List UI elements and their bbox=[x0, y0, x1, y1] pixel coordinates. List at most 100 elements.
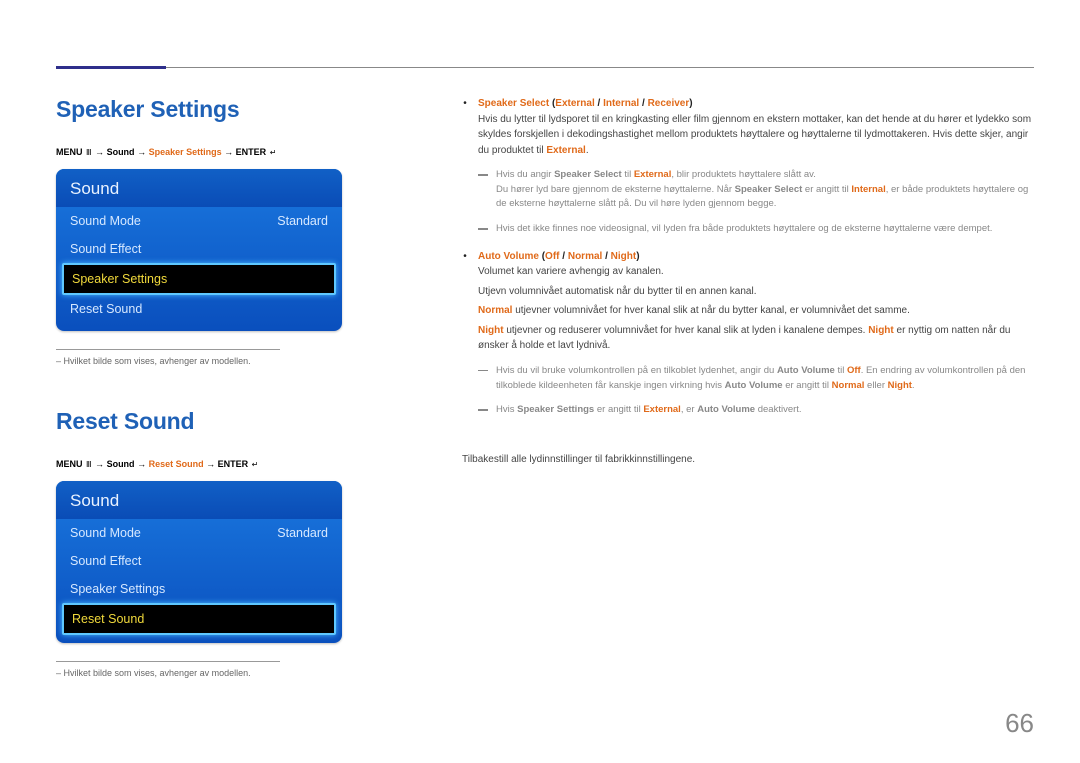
text: eller bbox=[864, 380, 887, 391]
text: , er bbox=[681, 404, 697, 415]
osd-row-label: Sound Effect bbox=[70, 554, 141, 568]
keyword: Off bbox=[847, 365, 861, 376]
keyword: External bbox=[643, 404, 681, 415]
breadcrumb-enter: ENTER bbox=[236, 147, 267, 157]
text: Hvis bbox=[496, 404, 517, 415]
osd-panel-reset-sound: Sound Sound Mode Standard Sound Effect S… bbox=[56, 481, 342, 643]
option-name: Speaker Select bbox=[478, 98, 549, 109]
text: er angitt til bbox=[594, 404, 643, 415]
keyword: External bbox=[546, 145, 585, 156]
paren: ) bbox=[636, 251, 639, 262]
option-heading-auto-volume: Auto Volume (Off / Normal / Night) bbox=[478, 249, 1034, 265]
breadcrumb-arrow: → bbox=[224, 147, 233, 157]
reset-sound-description: Tilbakestill alle lydinnstillinger til f… bbox=[462, 452, 1034, 468]
bullet-speaker-select: • Speaker Select (External / Internal / … bbox=[462, 96, 1034, 243]
text: til bbox=[835, 365, 847, 376]
osd-title: Sound bbox=[56, 481, 342, 519]
osd-row-reset-sound[interactable]: Reset Sound bbox=[56, 295, 342, 323]
keyword: Auto Volume bbox=[725, 380, 783, 391]
keyword: Night bbox=[478, 325, 504, 336]
keyword: Speaker Settings bbox=[517, 404, 594, 415]
separator: / bbox=[560, 251, 568, 262]
body-text: Normal utjevner volumnivået for hver kan… bbox=[478, 303, 1034, 319]
option-name: Auto Volume bbox=[478, 251, 539, 262]
breadcrumb-arrow: → bbox=[137, 459, 146, 469]
keyword: Night bbox=[888, 380, 912, 391]
osd-title: Sound bbox=[56, 169, 342, 207]
breadcrumb-enter: ENTER bbox=[218, 459, 249, 469]
osd-row-sound-mode[interactable]: Sound Mode Standard bbox=[56, 207, 342, 235]
dash-icon bbox=[478, 409, 488, 411]
breadcrumb-speaker-settings: MENU Ⅲ → Sound → Speaker Settings → ENTE… bbox=[56, 147, 344, 157]
option-value: External bbox=[555, 98, 594, 109]
right-column: • Speaker Select (External / Internal / … bbox=[462, 96, 1034, 678]
osd-row-speaker-settings[interactable]: Speaker Settings bbox=[56, 575, 342, 603]
text: er angitt til bbox=[783, 380, 832, 391]
osd-row-sound-effect[interactable]: Sound Effect bbox=[56, 547, 342, 575]
paren: ) bbox=[689, 98, 692, 109]
breadcrumb-menu: MENU bbox=[56, 147, 83, 157]
body-text: Utjevn volumnivået automatisk når du byt… bbox=[478, 284, 1034, 300]
divider bbox=[56, 349, 280, 350]
option-value: Normal bbox=[568, 251, 602, 262]
option-value: Night bbox=[611, 251, 637, 262]
dash-icon bbox=[478, 228, 488, 230]
osd-row-label: Sound Mode bbox=[70, 526, 141, 540]
osd-row-speaker-settings[interactable]: Speaker Settings bbox=[62, 263, 336, 295]
sub-bullet: Hvis du vil bruke volumkontrollen på en … bbox=[478, 364, 1034, 393]
osd-row-value: Standard bbox=[277, 214, 328, 228]
sub-bullet: Hvis du angir Speaker Select til Externa… bbox=[478, 168, 1034, 212]
osd-row-sound-effect[interactable]: Sound Effect bbox=[56, 235, 342, 263]
text: utjevner og reduserer volumnivået for hv… bbox=[504, 325, 869, 336]
text: , blir produktets høyttalere slått av. bbox=[671, 169, 816, 180]
bullet-dot-icon: • bbox=[462, 96, 468, 243]
osd-row-label: Sound Mode bbox=[70, 214, 141, 228]
keyword: Auto Volume bbox=[697, 404, 755, 415]
breadcrumb-arrow: → bbox=[95, 147, 104, 157]
separator: / bbox=[602, 251, 610, 262]
dash-icon bbox=[478, 370, 488, 372]
osd-row-reset-sound[interactable]: Reset Sound bbox=[62, 603, 336, 635]
left-column: Speaker Settings MENU Ⅲ → Sound → Speake… bbox=[56, 96, 344, 678]
osd-row-value: Standard bbox=[277, 526, 328, 540]
dash-icon bbox=[478, 174, 488, 176]
option-heading-speaker-select: Speaker Select (External / Internal / Re… bbox=[478, 96, 1034, 112]
keyword: Normal bbox=[832, 380, 865, 391]
breadcrumb-current: Reset Sound bbox=[149, 459, 204, 469]
section-title-speaker-settings: Speaker Settings bbox=[56, 96, 344, 123]
separator: / bbox=[639, 98, 647, 109]
keyword: Night bbox=[868, 325, 894, 336]
text: deaktivert. bbox=[755, 404, 801, 415]
osd-row-label: Speaker Settings bbox=[70, 582, 165, 596]
osd-row-sound-mode[interactable]: Sound Mode Standard bbox=[56, 519, 342, 547]
osd-row-label: Sound Effect bbox=[70, 242, 141, 256]
model-note: Hvilket bilde som vises, avhenger av mod… bbox=[56, 668, 344, 678]
section-title-reset-sound: Reset Sound bbox=[56, 408, 344, 435]
model-note: Hvilket bilde som vises, avhenger av mod… bbox=[56, 356, 344, 366]
menu-icon: Ⅲ bbox=[86, 148, 92, 157]
breadcrumb-reset-sound: MENU Ⅲ → Sound → Reset Sound → ENTER ↵ bbox=[56, 459, 344, 469]
bullet-dot-icon: • bbox=[462, 249, 468, 424]
breadcrumb-arrow: → bbox=[137, 147, 146, 157]
keyword: Normal bbox=[478, 305, 512, 316]
header-rule bbox=[56, 66, 1034, 70]
page-number: 66 bbox=[1005, 708, 1034, 739]
text: Hvis du vil bruke volumkontrollen på en … bbox=[496, 365, 777, 376]
sub-bullet: Hvis det ikke finnes noe videosignal, vi… bbox=[478, 222, 1034, 237]
bullet-auto-volume: • Auto Volume (Off / Normal / Night) Vol… bbox=[462, 249, 1034, 424]
breadcrumb-current: Speaker Settings bbox=[149, 147, 222, 157]
breadcrumb-sound: Sound bbox=[107, 459, 135, 469]
breadcrumb-arrow: → bbox=[95, 459, 104, 469]
keyword: External bbox=[634, 169, 672, 180]
breadcrumb-menu: MENU bbox=[56, 459, 83, 469]
separator: / bbox=[595, 98, 603, 109]
divider bbox=[56, 661, 280, 662]
breadcrumb-sound: Sound bbox=[107, 147, 135, 157]
text: Hvis det ikke finnes noe videosignal, vi… bbox=[496, 222, 1034, 237]
text: er angitt til bbox=[802, 184, 851, 195]
text: . bbox=[586, 145, 589, 156]
text: Du hører lyd bare gjennom de eksterne hø… bbox=[496, 184, 735, 195]
sub-bullet: Hvis Speaker Settings er angitt til Exte… bbox=[478, 403, 1034, 418]
option-value: Receiver bbox=[648, 98, 690, 109]
keyword: Speaker Select bbox=[735, 184, 803, 195]
